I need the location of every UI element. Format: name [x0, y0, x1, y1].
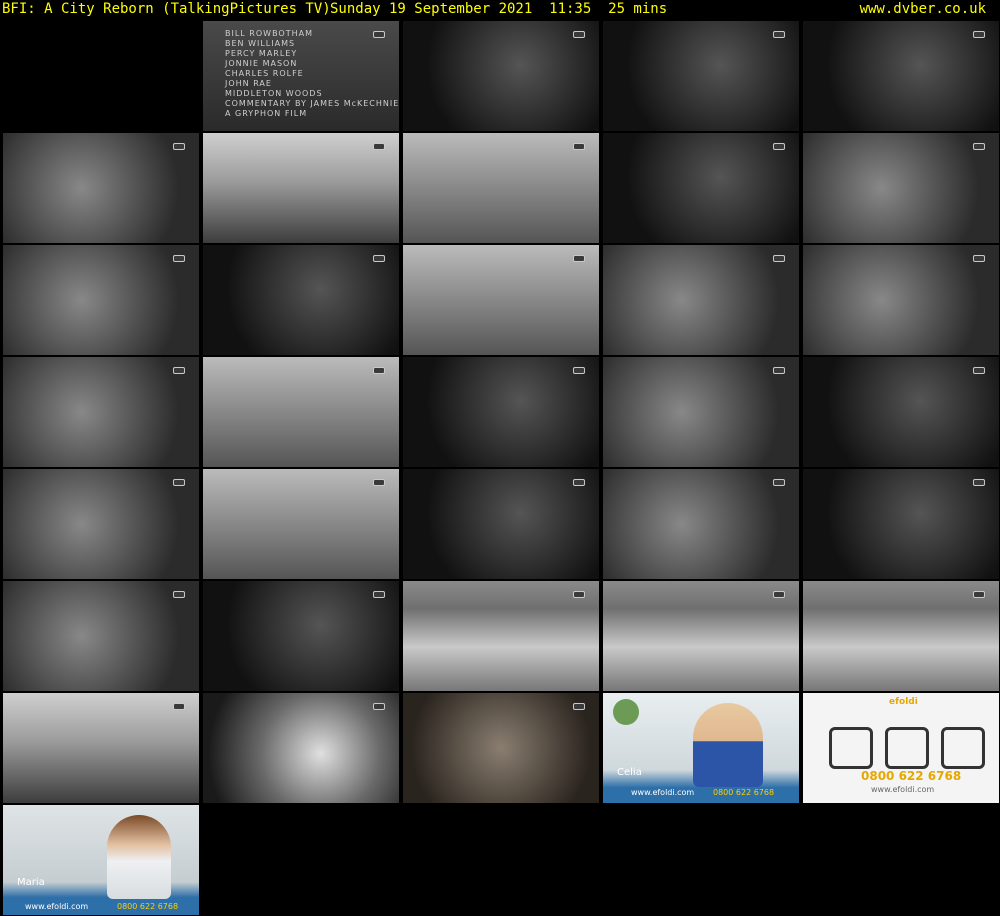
video-thumbnail[interactable]	[3, 693, 199, 803]
channel-logo-icon	[973, 367, 985, 374]
broadcast-datetime: Sunday 19 September 2021 11:35 25 mins	[330, 1, 668, 17]
video-thumbnail[interactable]	[3, 245, 199, 355]
channel-logo-icon	[573, 31, 585, 38]
video-thumbnail[interactable]: BILL ROWBOTHAM BEN WILLIAMS PERCY MARLEY…	[203, 21, 399, 131]
presenter-figure	[107, 815, 171, 899]
video-thumbnail[interactable]	[803, 133, 999, 243]
video-thumbnail[interactable]	[403, 245, 599, 355]
presenter-name: Celia	[617, 767, 642, 778]
channel-logo-icon	[373, 591, 385, 598]
video-thumbnail[interactable]	[403, 133, 599, 243]
video-thumbnail[interactable]	[803, 21, 999, 131]
wheelchair-icon	[885, 727, 929, 769]
thumbnail-grid: BILL ROWBOTHAM BEN WILLIAMS PERCY MARLEY…	[0, 20, 1000, 916]
video-thumbnail[interactable]	[403, 693, 599, 803]
channel-logo-icon	[973, 143, 985, 150]
channel-logo-icon	[773, 31, 785, 38]
channel-logo-icon	[573, 255, 585, 262]
video-thumbnail[interactable]	[3, 469, 199, 579]
video-thumbnail[interactable]	[3, 357, 199, 467]
video-thumbnail[interactable]	[403, 357, 599, 467]
advert-url: www.efoldi.com	[631, 788, 695, 797]
channel-logo-icon	[573, 591, 585, 598]
channel-logo-icon	[373, 143, 385, 150]
advert-url: www.efoldi.com	[871, 785, 935, 794]
wheelchair-icon	[829, 727, 873, 769]
plant-decoration	[613, 699, 639, 725]
video-thumbnail[interactable]	[203, 581, 399, 691]
channel-logo-icon	[573, 367, 585, 374]
advert-url: www.efoldi.com	[25, 902, 89, 911]
channel-logo-icon	[173, 255, 185, 262]
channel-logo-icon	[573, 703, 585, 710]
channel-logo-icon	[773, 255, 785, 262]
video-thumbnail[interactable]	[203, 133, 399, 243]
video-thumbnail[interactable]	[403, 21, 599, 131]
video-thumbnail[interactable]	[803, 357, 999, 467]
channel-logo-icon	[973, 31, 985, 38]
video-thumbnail[interactable]: Celia www.efoldi.com 0800 622 6768	[603, 693, 799, 803]
advert-phone: 0800 622 6768	[117, 902, 179, 911]
advert-phone: 0800 622 6768	[861, 769, 962, 783]
channel-logo-icon	[173, 479, 185, 486]
channel-logo-icon	[773, 591, 785, 598]
channel-logo-icon	[973, 479, 985, 486]
video-thumbnail[interactable]	[3, 21, 199, 131]
channel-logo-icon	[173, 703, 185, 710]
channel-logo-icon	[373, 479, 385, 486]
channel-logo-icon	[573, 143, 585, 150]
channel-logo-icon	[173, 591, 185, 598]
channel-logo-icon	[773, 479, 785, 486]
presenter-figure	[693, 703, 763, 787]
video-thumbnail[interactable]	[803, 469, 999, 579]
video-thumbnail[interactable]	[603, 245, 799, 355]
video-thumbnail[interactable]	[803, 245, 999, 355]
channel-logo-icon	[573, 479, 585, 486]
presenter-name: Maria	[17, 877, 45, 888]
wheelchair-icon	[941, 727, 985, 769]
video-thumbnail[interactable]	[803, 581, 999, 691]
channel-logo-icon	[373, 703, 385, 710]
video-thumbnail[interactable]	[603, 357, 799, 467]
video-thumbnail[interactable]	[3, 133, 199, 243]
video-thumbnail[interactable]	[403, 581, 599, 691]
site-link[interactable]: www.dvber.co.uk	[860, 0, 986, 18]
channel-logo-icon	[773, 367, 785, 374]
channel-logo-icon	[373, 255, 385, 262]
header-bar: BFI: A City Reborn (TalkingPictures TV) S…	[0, 0, 1000, 20]
advert-phone: 0800 622 6768	[713, 788, 775, 797]
video-thumbnail[interactable]	[203, 469, 399, 579]
video-thumbnail[interactable]	[603, 21, 799, 131]
channel-logo-icon	[173, 367, 185, 374]
video-thumbnail[interactable]	[603, 469, 799, 579]
video-thumbnail[interactable]	[203, 357, 399, 467]
video-thumbnail[interactable]	[203, 693, 399, 803]
video-thumbnail[interactable]	[603, 581, 799, 691]
brand-logo-text: efoldi	[889, 697, 918, 707]
channel-logo-icon	[373, 367, 385, 374]
channel-logo-icon	[973, 255, 985, 262]
channel-logo-icon	[373, 31, 385, 38]
title-credits: BILL ROWBOTHAM BEN WILLIAMS PERCY MARLEY…	[225, 29, 399, 118]
channel-logo-icon	[773, 143, 785, 150]
video-thumbnail[interactable]	[3, 581, 199, 691]
video-thumbnail[interactable]	[403, 469, 599, 579]
programme-title: BFI: A City Reborn (TalkingPictures TV)	[2, 1, 331, 17]
channel-logo-icon	[173, 143, 185, 150]
video-thumbnail[interactable]	[603, 133, 799, 243]
video-thumbnail[interactable]: Maria www.efoldi.com 0800 622 6768	[3, 805, 199, 915]
video-thumbnail[interactable]: efoldi 0800 622 6768 www.efoldi.com	[803, 693, 999, 803]
video-thumbnail[interactable]	[203, 245, 399, 355]
channel-logo-icon	[973, 591, 985, 598]
